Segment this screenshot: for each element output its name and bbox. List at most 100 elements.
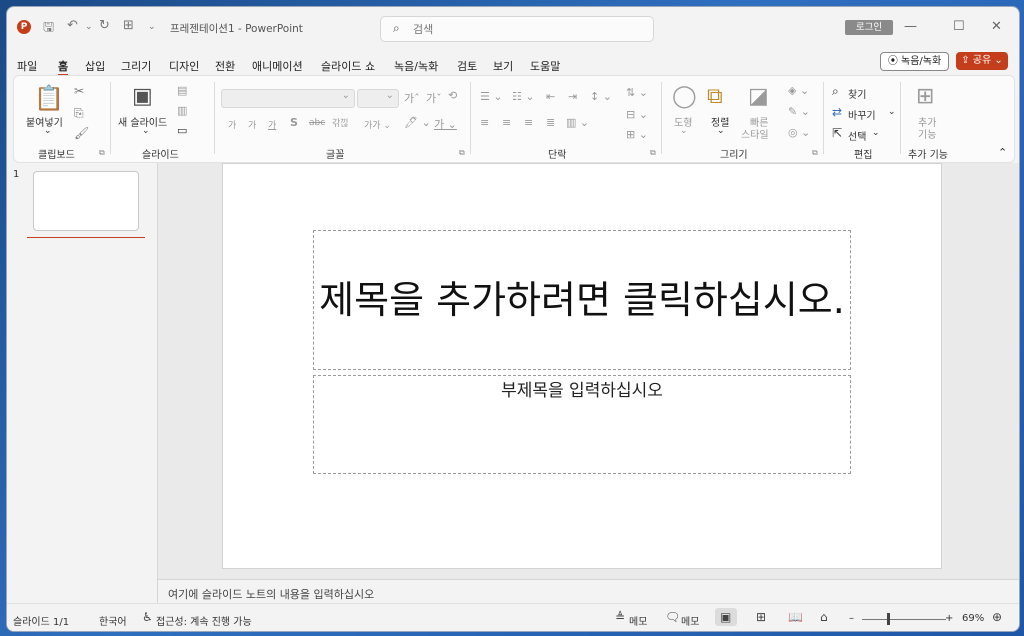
undo-icon[interactable]: ↶ (67, 18, 78, 33)
accessibility-status[interactable]: 접근성: 계속 진행 가능 (156, 613, 252, 628)
title-placeholder[interactable]: 제목을 추가하려면 클릭하십시오. (313, 230, 851, 370)
decrease-indent-icon[interactable]: ⇤ (546, 90, 555, 103)
char-spacing-icon[interactable]: 갂낂 (332, 116, 349, 129)
shape-fill-icon[interactable]: ◈ ⌄ (788, 84, 809, 97)
zoom-in-button[interactable]: + (945, 613, 953, 624)
numbering-icon[interactable]: ☷ ⌄ (512, 90, 535, 103)
justify-icon[interactable]: ≣ (546, 116, 555, 129)
tab-transitions[interactable]: 전환 (215, 58, 235, 74)
bullets-icon[interactable]: ☰ ⌄ (480, 90, 503, 103)
shapes-dropdown-icon[interactable]: ⌄ (680, 126, 688, 136)
login-button[interactable]: 로그인 (845, 20, 893, 35)
arrange-dropdown-icon[interactable]: ⌄ (717, 126, 725, 136)
drawing-launcher-icon[interactable]: ⧉ (812, 148, 818, 158)
decrease-font-icon[interactable]: 가ˇ (426, 90, 442, 106)
maximize-icon[interactable]: ☐ (953, 19, 965, 34)
font-color-icon[interactable]: 가 ⌄ (434, 116, 457, 132)
font-launcher-icon[interactable]: ⧉ (459, 148, 465, 158)
reading-view-icon[interactable]: 📖 (788, 610, 803, 624)
accessibility-icon[interactable]: ♿ (142, 610, 153, 624)
quick-styles-label-2[interactable]: 스타일 (741, 126, 769, 141)
tab-draw[interactable]: 그리기 (121, 58, 151, 74)
add-ins-label-2[interactable]: 기능 (918, 126, 936, 141)
tab-view[interactable]: 보기 (493, 58, 513, 74)
format-painter-icon[interactable]: 🖌 (74, 126, 89, 140)
comments-button[interactable]: 메모 (681, 613, 699, 628)
slide-sorter-icon[interactable]: ⊞ (756, 610, 766, 624)
replace-label[interactable]: 바꾸기 (848, 107, 876, 122)
tab-file[interactable]: 파일 (17, 58, 37, 74)
select-dropdown-icon[interactable]: ⌄ (872, 128, 880, 138)
smartart-icon[interactable]: ⊞ ⌄ (626, 128, 648, 141)
font-size-combo[interactable] (357, 89, 399, 108)
copy-icon[interactable]: ⎘ (74, 106, 84, 121)
columns-icon[interactable]: ▥ ⌄ (566, 116, 589, 129)
paste-dropdown-icon[interactable]: ⌄ (44, 126, 52, 136)
add-ins-icon[interactable]: ⊞ (916, 84, 934, 109)
increase-indent-icon[interactable]: ⇥ (568, 90, 577, 103)
text-direction-icon[interactable]: ⇅ ⌄ (626, 86, 648, 99)
shadow-icon[interactable]: S (290, 116, 298, 129)
normal-view-icon[interactable]: ▣ (720, 610, 731, 624)
tab-insert[interactable]: 삽입 (85, 58, 105, 74)
zoom-slider-thumb[interactable] (887, 613, 890, 625)
language-indicator[interactable]: 한국어 (99, 613, 127, 628)
new-slide-dropdown-icon[interactable]: ⌄ (142, 126, 150, 136)
search-box[interactable]: ⌕ (380, 16, 654, 42)
select-icon[interactable]: ⇱ (832, 126, 842, 140)
italic-icon[interactable]: 가 (248, 118, 256, 131)
tab-record[interactable]: 녹음/녹화 (394, 58, 438, 74)
subtitle-placeholder[interactable]: 부제목을 입력하십시오 (313, 375, 851, 474)
undo-dropdown-icon[interactable]: ⌄ (85, 22, 93, 32)
replace-icon[interactable]: ⇄ (832, 105, 842, 119)
font-name-combo[interactable] (221, 89, 355, 108)
tab-review[interactable]: 검토 (457, 58, 477, 74)
shape-effects-icon[interactable]: ◎ ⌄ (788, 126, 810, 139)
zoom-level[interactable]: 69% (962, 613, 984, 624)
slideshow-view-icon[interactable]: ⌂ (820, 610, 828, 624)
new-slide-icon[interactable]: ▣ (132, 84, 153, 109)
tab-slideshow[interactable]: 슬라이드 쇼 (321, 58, 375, 74)
slide-canvas[interactable]: 제목을 추가하려면 클릭하십시오. 부제목을 입력하십시오 (222, 163, 942, 569)
tab-design[interactable]: 디자인 (169, 58, 199, 74)
notes-button[interactable]: 메모 (629, 613, 647, 628)
shape-outline-icon[interactable]: ✎ ⌄ (788, 105, 810, 118)
reset-icon[interactable]: ▥ (177, 104, 187, 117)
align-text-icon[interactable]: ⊟ ⌄ (626, 108, 648, 121)
fit-to-window-icon[interactable]: ⊕ (992, 610, 1002, 624)
slide-thumbnail[interactable] (33, 171, 139, 231)
share-button[interactable]: ⇪ 공유 ⌄ (956, 52, 1008, 70)
strikethrough-icon[interactable]: abc (309, 118, 325, 128)
zoom-out-button[interactable]: – (849, 613, 854, 624)
tab-home[interactable]: 홈 (58, 58, 69, 76)
select-label[interactable]: 선택 (848, 128, 866, 143)
find-label[interactable]: 찾기 (848, 86, 866, 101)
arrange-icon[interactable]: ⧉ (707, 84, 723, 109)
quick-styles-icon[interactable]: ◪ (748, 84, 769, 109)
highlight-icon[interactable]: 🖊 ⌄ (404, 116, 431, 129)
record-button[interactable]: ⦿ 녹음/녹화 (880, 52, 949, 71)
change-case-icon[interactable]: 가가 ⌄ (364, 118, 391, 131)
clear-format-icon[interactable]: ⟲ (448, 89, 457, 102)
bold-icon[interactable]: 가 (228, 118, 236, 131)
paragraph-launcher-icon[interactable]: ⧉ (650, 148, 656, 158)
line-spacing-icon[interactable]: ↕ ⌄ (590, 90, 612, 103)
clipboard-launcher-icon[interactable]: ⧉ (99, 148, 105, 158)
collapse-ribbon-icon[interactable]: ⌃ (998, 146, 1007, 159)
align-right-icon[interactable]: ≡ (524, 116, 533, 129)
tab-animations[interactable]: 애니메이션 (252, 58, 303, 74)
notes-icon[interactable]: ≜ (615, 610, 625, 624)
minimize-icon[interactable]: — (904, 19, 917, 34)
cut-icon[interactable]: ✂ (74, 84, 84, 98)
layout-icon[interactable]: ▤ (177, 84, 187, 97)
paste-icon[interactable]: 📋 (34, 84, 64, 112)
present-from-start-icon[interactable]: ⊞ (123, 18, 134, 33)
replace-dropdown-icon[interactable]: ⌄ (888, 107, 896, 117)
find-icon[interactable]: ⌕ (832, 84, 839, 99)
tab-help[interactable]: 도움말 (530, 58, 560, 74)
section-icon[interactable]: ▭ (177, 124, 187, 137)
shapes-icon[interactable]: ◯ (672, 84, 697, 109)
increase-font-icon[interactable]: 가ˆ (404, 90, 420, 106)
comments-icon[interactable]: 🗨 (665, 610, 680, 624)
zoom-slider[interactable] (862, 619, 946, 620)
